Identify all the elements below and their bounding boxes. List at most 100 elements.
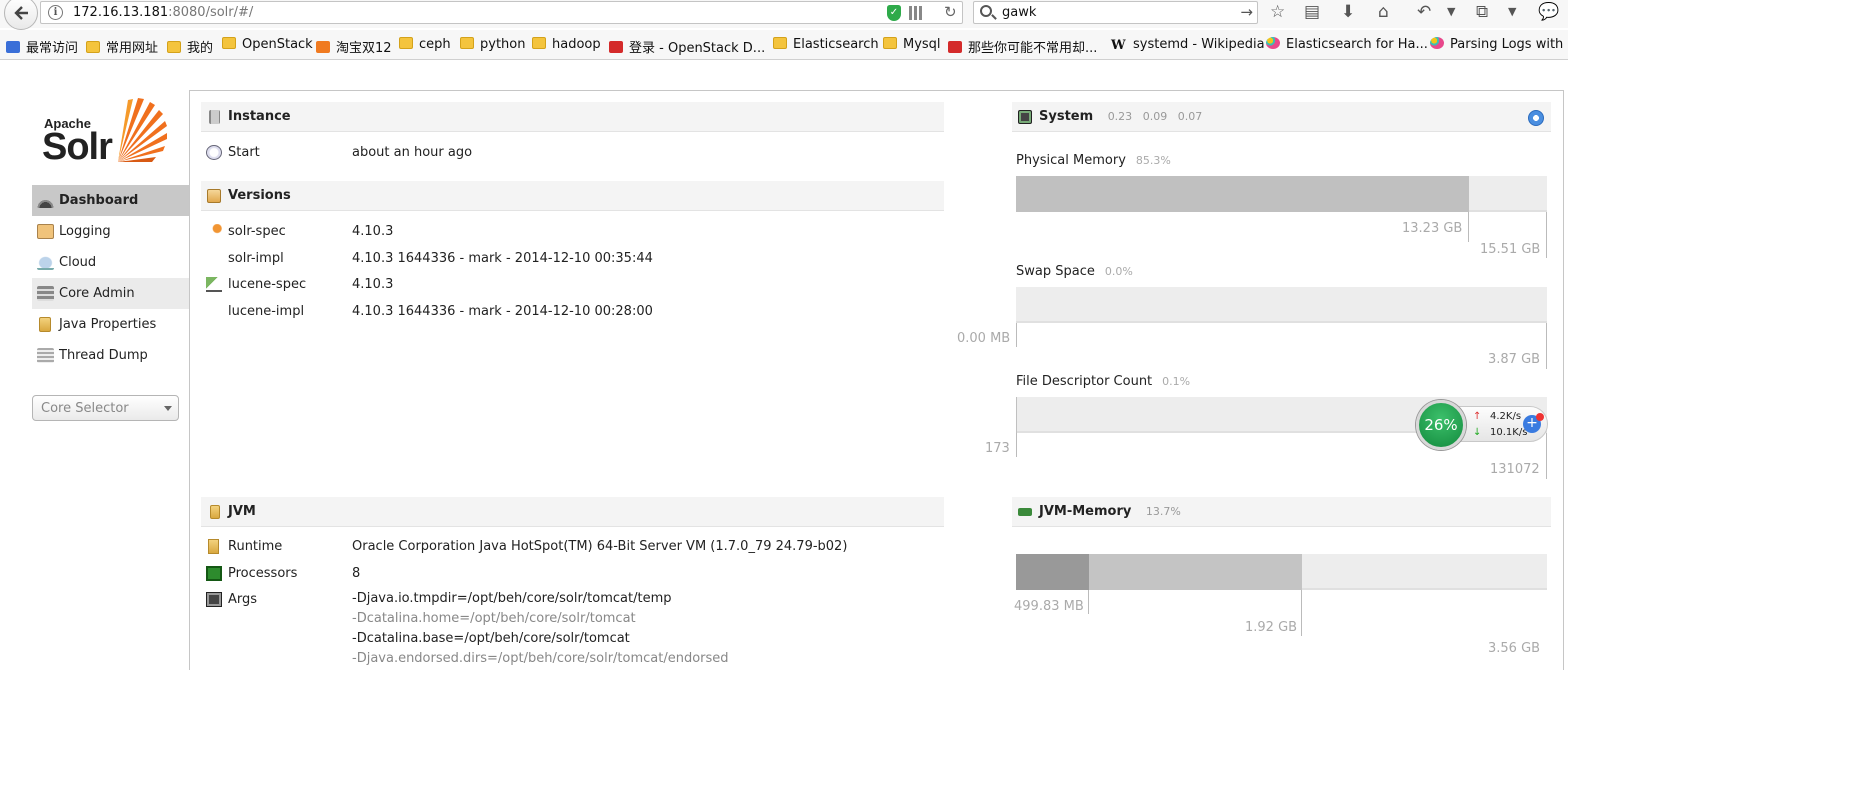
- swap-total-tick: [1546, 323, 1547, 369]
- folder-icon: [883, 37, 897, 49]
- swap-total: 3.87 GB: [1488, 352, 1541, 367]
- sidebar-item-java-properties[interactable]: Java Properties: [32, 309, 189, 340]
- bookmark-item[interactable]: Mysql: [883, 37, 941, 52]
- search-bar[interactable]: gawk →: [973, 1, 1258, 24]
- jvm-memory-title: JVM-Memory: [1039, 504, 1132, 519]
- version-value: 4.10.3 1644336 - mark - 2014-12-10 00:35…: [352, 251, 653, 266]
- folder-icon: [773, 37, 787, 49]
- search-input[interactable]: gawk: [1002, 5, 1036, 20]
- version-key: solr-impl: [228, 251, 284, 266]
- physical-memory-label: Physical Memory 85.3%: [1016, 153, 1171, 168]
- dashboard-icon: [37, 193, 54, 208]
- sidebar-item-label: Thread Dump: [59, 348, 148, 363]
- blue-icon: [6, 41, 20, 53]
- sidebar-item-label: Dashboard: [59, 193, 139, 208]
- address-bar[interactable]: i 172.16.13.181:8080/solr/#/ ✓ ↻: [40, 1, 963, 24]
- red-icon: [948, 41, 962, 53]
- search-go-icon[interactable]: →: [1240, 3, 1253, 21]
- bookmark-item[interactable]: hadoop: [532, 37, 601, 52]
- sidebar-item-thread-dump[interactable]: Thread Dump: [32, 340, 189, 371]
- notification-dot-icon: [1536, 413, 1544, 421]
- bookmark-label: Mysql: [903, 37, 941, 52]
- jvm-arg: -Dcatalina.base=/opt/beh/core/solr/tomca…: [352, 631, 630, 646]
- star-icon[interactable]: ☆: [1270, 2, 1285, 22]
- chevron-down-icon: [164, 406, 172, 411]
- core-selector-dropdown[interactable]: Core Selector: [32, 395, 179, 421]
- bookmark-item[interactable]: 登录 - OpenStack D...: [609, 37, 765, 56]
- fd-used-fill: [1016, 397, 1017, 433]
- folder-icon: [222, 37, 236, 49]
- swap-pct: 0.0%: [1104, 265, 1133, 278]
- version-value: 4.10.3 1644336 - mark - 2014-12-10 00:28…: [352, 304, 653, 319]
- bookmark-item[interactable]: 我的: [167, 37, 213, 56]
- bookmark-item[interactable]: 淘宝双12: [316, 37, 392, 56]
- undo-menu-chevron-down-icon[interactable]: ▼: [1447, 2, 1455, 22]
- java-properties-icon: [39, 317, 51, 332]
- bookmark-label: 最常访问: [26, 41, 79, 56]
- reload-icon[interactable]: ↻: [944, 3, 957, 21]
- bookmark-item[interactable]: OpenStack: [222, 37, 313, 52]
- bookmark-item[interactable]: Elasticsearch: [773, 37, 879, 52]
- home-icon[interactable]: ⌂: [1378, 2, 1389, 22]
- swap-used-tick: [1016, 323, 1017, 347]
- bookmark-item[interactable]: Parsing Logs with L: [1430, 37, 1568, 52]
- fd-pct: 0.1%: [1162, 375, 1191, 388]
- back-button[interactable]: [4, 0, 38, 30]
- elk-icon: [1430, 37, 1444, 49]
- bookmark-item[interactable]: 那些你可能不常用却...: [948, 37, 1097, 56]
- cpu-percent-circle[interactable]: 26%: [1416, 400, 1466, 450]
- sidebar-item-cloud[interactable]: Cloud: [32, 247, 189, 278]
- fd-title: File Descriptor Count: [1016, 374, 1153, 389]
- bookmark-label: Elasticsearch: [793, 37, 879, 52]
- jvm-memory-bar: [1016, 554, 1547, 590]
- bookmark-item[interactable]: Elasticsearch for Ha...: [1266, 37, 1428, 52]
- shield-icon[interactable]: ✓: [887, 5, 901, 21]
- download-icon[interactable]: ⬇: [1341, 2, 1355, 22]
- versions-header: Versions: [201, 181, 944, 211]
- sidebar-item-logging[interactable]: Logging: [32, 216, 189, 247]
- info-icon[interactable]: i: [48, 5, 63, 20]
- refresh-icon[interactable]: [1528, 110, 1544, 126]
- physical-memory-total: 15.51 GB: [1480, 242, 1541, 257]
- chat-icon[interactable]: 💬: [1538, 2, 1559, 22]
- qr-code-icon[interactable]: [909, 6, 923, 20]
- java-runtime-icon: [208, 539, 219, 554]
- solr-logo[interactable]: Apache Solr: [40, 98, 170, 168]
- jvm-memory-pct: 13.7%: [1145, 505, 1181, 518]
- red-icon: [609, 41, 623, 53]
- instance-header: Instance: [201, 102, 944, 132]
- jvm-memory-used-fill: [1016, 554, 1089, 590]
- bookmark-label: Parsing Logs with L: [1450, 37, 1568, 52]
- bookmark-item[interactable]: 常用网址: [86, 37, 158, 56]
- system-load-15: 0.07: [1177, 110, 1203, 123]
- reading-list-icon[interactable]: ▤: [1304, 2, 1320, 22]
- download-speed: 10.1K/s: [1490, 427, 1528, 438]
- undo-icon[interactable]: ↶: [1417, 2, 1431, 22]
- url-text[interactable]: 172.16.13.181:8080/solr/#/: [73, 5, 253, 20]
- version-key: lucene-impl: [228, 304, 305, 319]
- bookmark-label: OpenStack: [242, 37, 313, 52]
- bookmark-item[interactable]: Wsystemd - Wikipedia: [1111, 37, 1265, 53]
- crop-menu-chevron-down-icon[interactable]: ▼: [1508, 2, 1516, 22]
- start-value: about an hour ago: [352, 145, 473, 160]
- cloud-icon: [37, 255, 54, 270]
- bookmark-label: hadoop: [552, 37, 601, 52]
- jvm-memory-max: 3.56 GB: [1488, 641, 1541, 656]
- sidebar-item-core-admin[interactable]: Core Admin: [32, 278, 189, 309]
- sidebar-item-label: Core Admin: [59, 286, 135, 301]
- bookmark-item[interactable]: 最常访问: [6, 37, 78, 56]
- sidebar-item-label: Cloud: [59, 255, 97, 270]
- bookmark-item[interactable]: ceph: [399, 37, 451, 52]
- sidebar-item-dashboard[interactable]: Dashboard: [32, 185, 189, 216]
- network-speed-widget[interactable]: 26% ↑ 4.2K/s ↓ 10.1K/s +: [1416, 400, 1550, 450]
- bookmark-label: Elasticsearch for Ha...: [1286, 37, 1428, 52]
- url-path: :8080/solr/#/: [168, 5, 254, 20]
- jvm-committed-tick: [1301, 590, 1302, 636]
- physical-memory-used: 13.23 GB: [1402, 221, 1463, 236]
- processors-label: Processors: [228, 566, 298, 581]
- args-label: Args: [228, 592, 258, 607]
- crop-icon[interactable]: ⧉: [1476, 2, 1488, 22]
- bookmark-item[interactable]: python: [460, 37, 525, 52]
- version-key: solr-spec: [228, 224, 286, 239]
- physical-memory-total-tick: [1546, 212, 1547, 258]
